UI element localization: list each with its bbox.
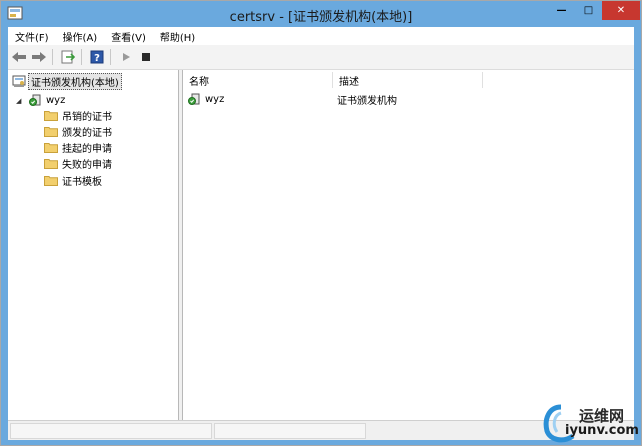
tree-node-ca-label: wyz: [46, 95, 66, 106]
toolbar-separator: [81, 49, 82, 65]
tree-node-pending-requests[interactable]: 挂起的申请: [44, 140, 112, 155]
help-icon: ?: [90, 50, 104, 64]
back-arrow-icon: [12, 52, 26, 62]
start-service-button[interactable]: [117, 48, 135, 66]
minimize-button[interactable]: —: [548, 1, 575, 20]
menu-file[interactable]: 文件(F): [8, 29, 56, 44]
forward-arrow-icon: [32, 52, 46, 62]
tree-node-issued-certificates[interactable]: 颁发的证书: [44, 124, 112, 139]
tree-node-label: 颁发的证书: [62, 128, 112, 139]
column-header-description[interactable]: 描述: [333, 72, 483, 88]
tree-node-certificate-templates[interactable]: 证书模板: [44, 173, 102, 188]
watermark-domain: iyunv.com: [565, 423, 639, 438]
menu-bar: 文件(F) 操作(A) 查看(V) 帮助(H): [8, 27, 634, 45]
result-list[interactable]: 名称 描述 wyz 证书颁发机构: [183, 70, 634, 420]
tree-node-label: 挂起的申请: [62, 144, 112, 155]
certification-authority-icon: [12, 75, 26, 87]
tree-node-ca[interactable]: ◢ wyz: [16, 93, 65, 108]
tree-node-label: 证书模板: [62, 177, 102, 188]
export-icon: [61, 50, 75, 64]
folder-icon: [44, 176, 58, 186]
console-content: 证书颁发机构(本地) ◢ wyz 吊销的证书 颁发的证书 挂起的申请 失败的申请…: [8, 70, 634, 420]
window-title: certsrv - [证书颁发机构(本地)]: [229, 10, 413, 25]
console-tree[interactable]: 证书颁发机构(本地) ◢ wyz 吊销的证书 颁发的证书 挂起的申请 失败的申请…: [8, 70, 179, 420]
status-cell: [10, 423, 212, 439]
menu-action[interactable]: 操作(A): [56, 29, 105, 44]
tree-node-revoked-certificates[interactable]: 吊销的证书: [44, 108, 112, 123]
collapse-arrow-icon[interactable]: ◢: [16, 97, 24, 105]
export-list-button[interactable]: [59, 48, 77, 66]
tree-node-label: 失败的申请: [62, 160, 112, 171]
tree-root-node[interactable]: 证书颁发机构(本地): [12, 72, 122, 90]
toolbar-separator: [110, 49, 111, 65]
ca-server-icon: [29, 94, 41, 106]
back-button[interactable]: [10, 48, 28, 66]
ca-server-icon: [188, 93, 200, 105]
site-watermark: 运维网 iyunv.com: [539, 401, 643, 447]
folder-icon: [44, 159, 58, 169]
tree-node-failed-requests[interactable]: 失败的申请: [44, 156, 112, 171]
list-item[interactable]: wyz 证书颁发机构: [187, 91, 397, 107]
stop-service-button[interactable]: [137, 48, 155, 66]
folder-icon: [44, 111, 58, 121]
status-cell: [214, 423, 366, 439]
folder-icon: [44, 143, 58, 153]
mmc-window: certsrv - [证书颁发机构(本地)] — □ ✕ 文件(F) 操作(A)…: [0, 0, 642, 446]
stop-service-icon: [142, 53, 150, 61]
svg-text:?: ?: [94, 53, 100, 64]
menu-help[interactable]: 帮助(H): [153, 29, 202, 44]
column-header-name[interactable]: 名称: [183, 72, 333, 88]
help-button[interactable]: ?: [88, 48, 106, 66]
list-item-name: wyz: [205, 93, 225, 105]
title-bar[interactable]: certsrv - [证书颁发机构(本地)] — □ ✕: [1, 1, 641, 27]
close-button[interactable]: ✕: [602, 1, 640, 20]
folder-icon: [44, 127, 58, 137]
menu-view[interactable]: 查看(V): [104, 29, 153, 44]
tree-node-label: 吊销的证书: [62, 112, 112, 123]
start-service-icon: [123, 53, 130, 61]
tree-root-label: 证书颁发机构(本地): [28, 72, 122, 90]
forward-button[interactable]: [30, 48, 48, 66]
toolbar-separator: [52, 49, 53, 65]
list-item-description: 证书颁发机构: [337, 95, 397, 107]
toolbar: ?: [8, 45, 634, 70]
maximize-button[interactable]: □: [576, 1, 601, 20]
